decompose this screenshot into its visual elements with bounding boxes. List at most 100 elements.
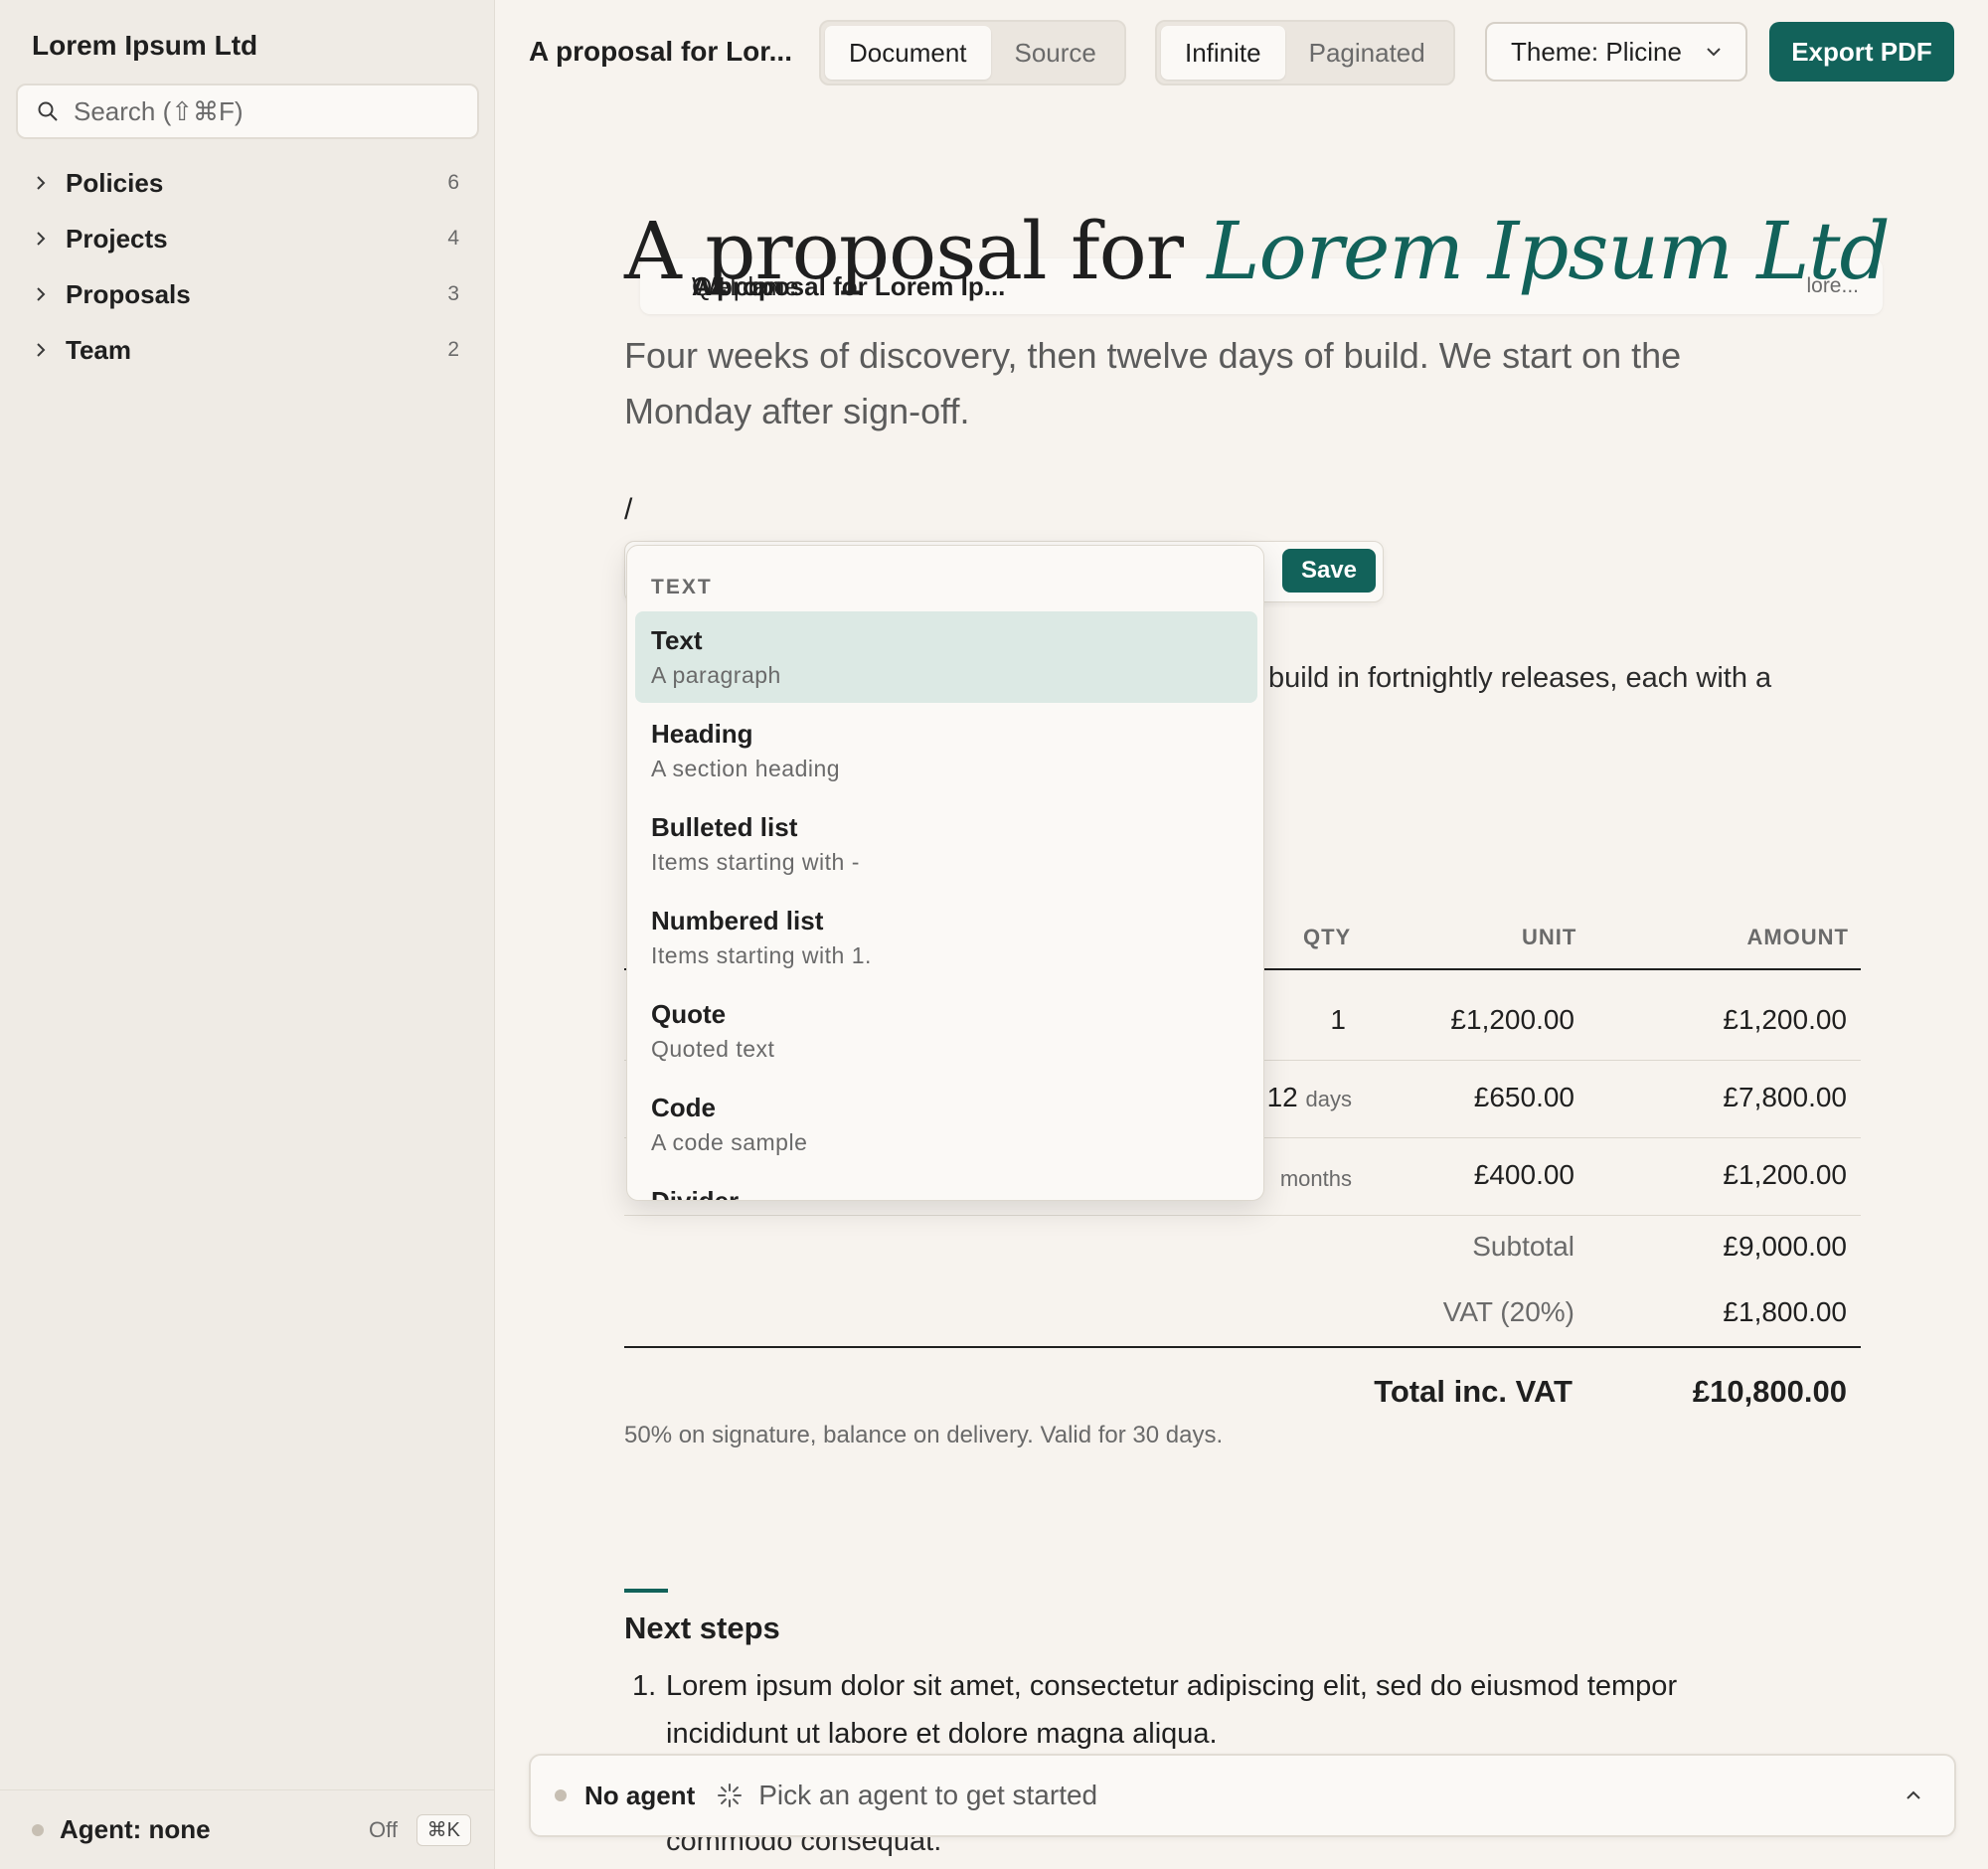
view-mode-toggle: Document Source — [819, 20, 1126, 85]
menu-item-title: Text — [651, 625, 703, 655]
shortcut-hint: ⌘K — [415, 1813, 471, 1846]
chevron-right-icon — [16, 342, 52, 358]
menu-item-title: Bulleted list — [651, 812, 798, 842]
layout-mode-toggle: Infinite Paginated — [1155, 20, 1455, 85]
menu-item-bulleted-list[interactable]: Bulleted list Items starting with - — [635, 798, 1257, 890]
page-title[interactable]: A proposal for Lorem Ipsum Ltd — [624, 205, 1891, 297]
sidebar-group-label: Policies — [66, 167, 164, 198]
menu-section-label: TEXT — [651, 576, 713, 598]
menu-item-quote[interactable]: Quote Quoted text — [635, 985, 1257, 1077]
lead-paragraph[interactable]: Four weeks of discovery, then twelve day… — [624, 328, 1757, 439]
column-header-unit: UNIT — [1522, 925, 1577, 949]
chevron-right-icon — [16, 175, 52, 191]
toolbar: A proposal for Lor... Document Source In… — [495, 0, 1988, 103]
sidebar-group-label: Proposals — [66, 278, 191, 309]
search-box[interactable] — [16, 84, 479, 139]
cell-unit: £650.00 — [1473, 1082, 1574, 1112]
status-dot-icon — [555, 1789, 567, 1801]
spinner-icon — [718, 1784, 743, 1807]
vat-label: VAT (20%) — [1442, 1296, 1574, 1327]
sidebar-group-label: Projects — [66, 223, 168, 254]
menu-item-numbered-list[interactable]: Numbered list Items starting with 1. — [635, 892, 1257, 983]
theme-select-label: Theme: Plicine — [1511, 36, 1682, 67]
vat-value: £1,800.00 — [1723, 1296, 1847, 1327]
subtotal-value: £9,000.00 — [1723, 1231, 1847, 1262]
cell-unit: £400.00 — [1473, 1159, 1574, 1190]
menu-item-description: A section heading — [651, 756, 841, 781]
list-item[interactable]: Lorem ipsum dolor sit amet, consectetur … — [666, 1662, 1767, 1758]
slash-command-menu: TEXT Text A paragraph Heading A section … — [626, 545, 1264, 1201]
numbered-list[interactable]: 1. Lorem ipsum dolor sit amet, consectet… — [624, 1662, 1767, 1758]
cell-amount: £1,200.00 — [1723, 1004, 1847, 1035]
cell-amount: £7,800.00 — [1723, 1082, 1847, 1112]
sidebar-group-count: 6 — [447, 171, 459, 194]
paragraph-fragment[interactable]: build in fortnightly releases, each with… — [1268, 662, 1771, 695]
document-title: A proposal for Lor... — [529, 36, 792, 67]
chevron-right-icon — [16, 231, 52, 247]
sidebar-group-policies[interactable]: Policies 6 — [16, 155, 479, 211]
agent-status-footer[interactable]: Agent: none Off ⌘K — [0, 1789, 495, 1869]
sidebar-group-label: Team — [66, 334, 131, 365]
sidebar-group-count: 3 — [447, 282, 459, 305]
cell-qty: 1 — [1330, 1004, 1346, 1036]
section-heading[interactable]: Next steps — [624, 1611, 780, 1646]
qty-unit: days — [1305, 1087, 1352, 1111]
section-accent-rule — [624, 1589, 668, 1593]
sidebar-group-proposals[interactable]: Proposals 3 — [16, 266, 479, 322]
agent-label: Agent: none — [60, 1814, 211, 1844]
status-dot-icon — [32, 1823, 44, 1836]
search-input[interactable] — [74, 95, 451, 127]
tab-paginated[interactable]: Paginated — [1285, 26, 1449, 80]
qty-value: 12 — [1266, 1082, 1298, 1112]
agent-bar[interactable]: No agent Pick an agent to get started — [529, 1754, 1956, 1837]
tab-infinite[interactable]: Infinite — [1161, 26, 1285, 80]
payment-terms[interactable]: 50% on signature, balance on delivery. V… — [624, 1422, 1223, 1449]
menu-item-description: Quoted text — [651, 1036, 775, 1062]
table-row-divider — [624, 1215, 1861, 1216]
save-button[interactable]: Save — [1282, 549, 1376, 593]
theme-select[interactable]: Theme: Plicine — [1485, 22, 1747, 82]
agent-hint: Pick an agent to get started — [758, 1780, 1098, 1810]
cell-amount: £1,200.00 — [1723, 1159, 1847, 1190]
title-accent: Lorem Ipsum Ltd — [1207, 205, 1890, 297]
sidebar: Lorem Ipsum Ltd Policies 6 Projects 4 Pr… — [0, 0, 1883, 1869]
menu-item-title: Code — [651, 1093, 716, 1122]
menu-item-description: Items starting with 1. — [651, 942, 872, 968]
menu-item-code[interactable]: Code A code sample — [635, 1079, 1257, 1170]
qty-value: 1 — [1330, 1004, 1346, 1035]
slash-command-text[interactable]: / — [624, 493, 632, 527]
list-item-number: 1. — [632, 1670, 657, 1702]
export-pdf-button[interactable]: Export PDF — [1769, 22, 1954, 82]
menu-item-divider[interactable]: Divider — [635, 1172, 1257, 1200]
tab-source[interactable]: Source — [991, 26, 1120, 80]
menu-item-title: Heading — [651, 719, 753, 749]
chevron-right-icon — [16, 286, 52, 302]
cell-qty: months — [1280, 1161, 1352, 1193]
search-icon — [38, 101, 58, 121]
cell-unit: £1,200.00 — [1450, 1004, 1574, 1035]
total-value: £10,800.00 — [1692, 1374, 1847, 1409]
agent-name: No agent — [584, 1780, 696, 1810]
sidebar-nav: Policies 6 Projects 4 Proposals 3 Team 2… — [16, 155, 1883, 378]
agent-toggle-status[interactable]: Off — [369, 1817, 398, 1843]
column-header-amount: AMOUNT — [1746, 925, 1849, 949]
menu-item-description: Items starting with - — [651, 849, 860, 875]
subtotal-label: Subtotal — [1472, 1231, 1574, 1262]
menu-item-heading[interactable]: Heading A section heading — [635, 705, 1257, 796]
menu-item-description: A code sample — [651, 1129, 808, 1155]
sidebar-group-count: 4 — [447, 227, 459, 250]
menu-item-title: Numbered list — [651, 906, 824, 935]
menu-item-text[interactable]: Text A paragraph — [635, 611, 1257, 703]
menu-item-description: A paragraph — [651, 662, 781, 688]
total-label: Total inc. VAT — [1374, 1374, 1573, 1409]
sidebar-group-projects[interactable]: Projects 4 — [16, 211, 479, 266]
chevron-up-icon[interactable] — [1903, 1784, 1924, 1806]
cell-qty: 12 days — [1267, 1082, 1352, 1113]
sidebar-group-count: 2 — [447, 338, 459, 361]
menu-item-title: Quote — [651, 999, 727, 1029]
workspace-title: Lorem Ipsum Ltd — [32, 30, 258, 61]
sidebar-group-team[interactable]: Team 2 — [16, 322, 479, 378]
qty-unit: months — [1279, 1166, 1352, 1191]
chevron-down-icon — [1707, 48, 1721, 57]
tab-document[interactable]: Document — [825, 26, 991, 80]
